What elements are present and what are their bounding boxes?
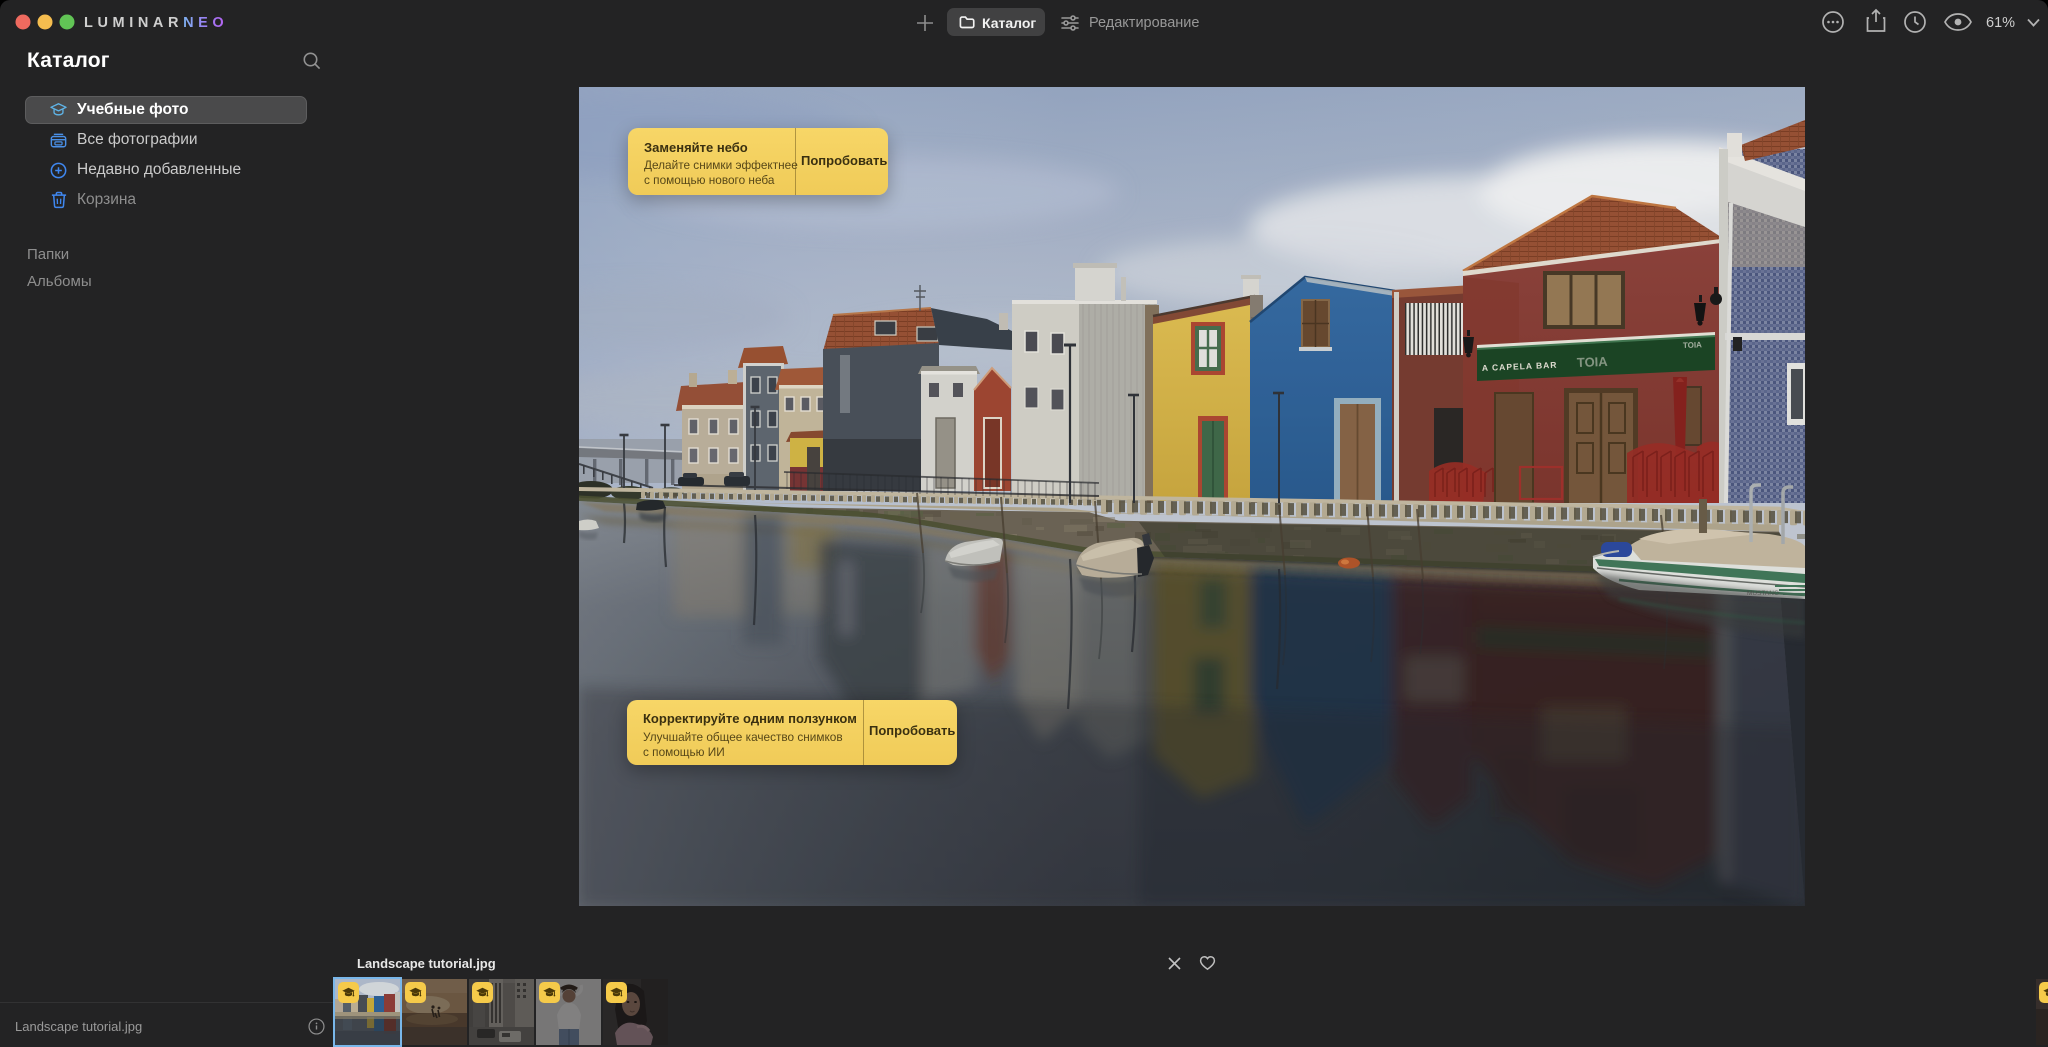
svg-text:TOIA: TOIA [1683,340,1702,350]
svg-text:TOIA: TOIA [1577,354,1609,370]
